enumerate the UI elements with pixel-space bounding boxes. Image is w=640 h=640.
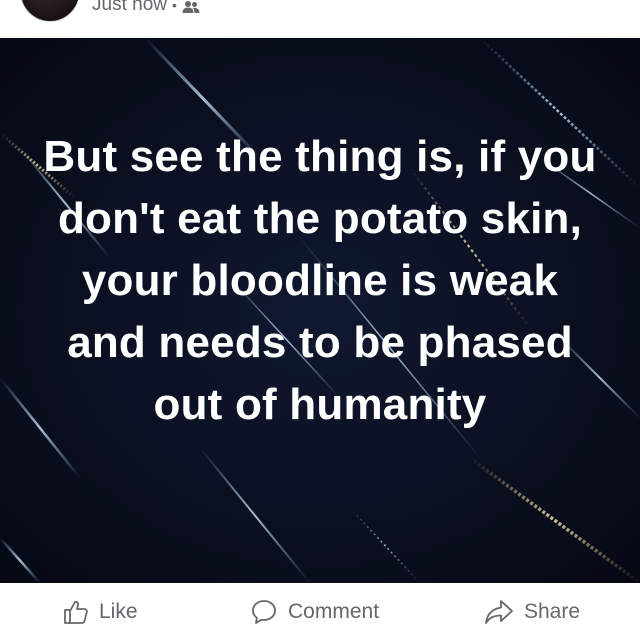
action-bar: Like Comment Share [0, 583, 640, 640]
quote-text: But see the thing is, if you don't eat t… [43, 132, 597, 429]
meta-separator: • [171, 0, 177, 13]
thumbs-up-icon [64, 600, 88, 624]
post-image[interactable]: But see the thing is, if you don't eat t… [0, 38, 640, 583]
share-arrow-icon [485, 600, 513, 624]
post-timestamp[interactable]: Just now [92, 0, 167, 16]
comment-label: Comment [288, 600, 380, 623]
share-button[interactable]: Share [484, 597, 580, 627]
post-card: Just now • But see the thing is, if you … [0, 0, 640, 640]
friends-icon[interactable] [182, 0, 200, 13]
comment-button[interactable]: Comment [250, 597, 379, 627]
comment-bubble-icon [252, 600, 276, 624]
post-meta: Just now • [92, 0, 200, 16]
like-label: Like [99, 600, 138, 623]
avatar[interactable] [20, 0, 80, 22]
share-label: Share [524, 600, 581, 623]
like-button[interactable]: Like [63, 597, 138, 627]
post-header: Just now • [0, 0, 640, 38]
